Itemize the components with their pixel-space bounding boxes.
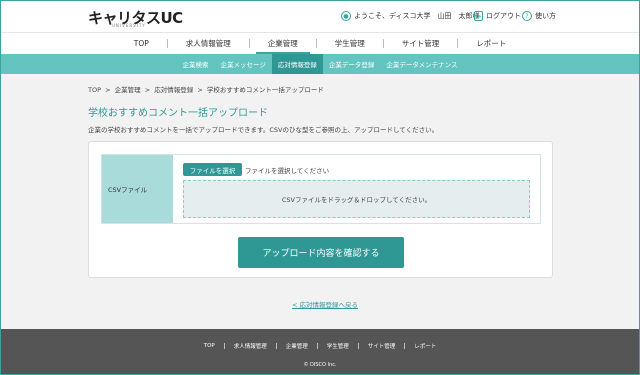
header: キャリタスUC UNIVERSITY ● ようこそ、ディスコ大学 山田 太郎様 … [0, 0, 640, 32]
breadcrumb-company-management[interactable]: 企業管理 [115, 86, 141, 94]
copyright: © DISCO Inc. [303, 362, 337, 368]
nav-report[interactable]: レポート [458, 33, 524, 55]
file-status-text: ファイルを選択してください [245, 167, 330, 175]
footer-link-report[interactable]: レポート [405, 342, 445, 350]
nav-student-management[interactable]: 学生管理 [317, 33, 383, 55]
breadcrumb-separator: > [144, 86, 151, 94]
welcome-text: ようこそ、ディスコ大学 山田 太郎様 [354, 12, 480, 20]
nav-company-management[interactable]: 企業管理 [250, 33, 316, 55]
main-nav: TOP 求人情報管理 企業管理 学生管理 サイト管理 レポート [0, 32, 640, 55]
nav-site-management[interactable]: サイト管理 [384, 33, 458, 55]
confirm-upload-button[interactable]: アップロード内容を確認する [238, 237, 404, 268]
subnav-company-data-registration[interactable]: 企業データ登録 [323, 54, 381, 74]
breadcrumb-top[interactable]: TOP [88, 86, 101, 94]
csv-upload-body: ファイルを選択 ファイルを選択してください CSVファイルをドラッグ＆ドロップし… [173, 155, 540, 223]
subnav-response-registration[interactable]: 応対情報登録 [271, 54, 323, 74]
nav-top[interactable]: TOP [116, 33, 167, 55]
choose-file-button[interactable]: ファイルを選択 [183, 163, 242, 176]
breadcrumb-response-registration[interactable]: 応対情報登録 [154, 86, 193, 94]
breadcrumb-current: 学校おすすめコメント一括アップロード [206, 86, 324, 94]
csv-upload-row: CSVファイル ファイルを選択 ファイルを選択してください CSVファイルをドラ… [101, 154, 541, 224]
breadcrumb: TOP > 企業管理 > 応対情報登録 > 学校おすすめコメント一括アップロード [88, 84, 326, 94]
footer-nav: TOP 求人情報管理 企業管理 学生管理 サイト管理 レポート [0, 342, 640, 350]
footer-link-student-management[interactable]: 学生管理 [318, 342, 358, 350]
page-title: 学校おすすめコメント一括アップロード [88, 108, 268, 119]
footer-link-top[interactable]: TOP [195, 343, 224, 349]
user-icon: ● [341, 11, 351, 21]
logout-label: ログアウト [486, 12, 521, 20]
footer-link-job-management[interactable]: 求人情報管理 [225, 342, 276, 350]
logout-icon: → [474, 11, 483, 21]
help-link[interactable]: ? 使い方 [522, 11, 556, 21]
upload-panel: CSVファイル ファイルを選択 ファイルを選択してください CSVファイルをドラ… [88, 141, 553, 278]
logout-link[interactable]: → ログアウト [474, 11, 521, 21]
question-icon: ? [522, 11, 532, 21]
user-greeting: ● ようこそ、ディスコ大学 山田 太郎様 [341, 11, 480, 21]
csv-file-label: CSVファイル [102, 155, 173, 223]
sub-nav: 企業検索 企業メッセージ 応対情報登録 企業データ登録 企業データメンテナンス [0, 54, 640, 74]
subnav-company-search[interactable]: 企業検索 [176, 54, 214, 74]
back-to-response-registration-link[interactable]: < 応対情報登録へ戻る [292, 299, 358, 309]
footer-link-company-management[interactable]: 企業管理 [277, 342, 317, 350]
logo-subtitle: UNIVERSITY [112, 23, 146, 28]
help-label: 使い方 [535, 12, 556, 20]
breadcrumb-separator: > [197, 86, 203, 94]
subnav-company-data-maintenance[interactable]: 企業データメンテナンス [380, 54, 463, 74]
footer-link-site-management[interactable]: サイト管理 [359, 342, 405, 350]
subnav-company-message[interactable]: 企業メッセージ [214, 54, 271, 74]
page-description: 企業の学校おすすめコメントを一括でアップロードできます。CSVのひな型をご参照の… [88, 126, 439, 134]
breadcrumb-separator: > [105, 86, 111, 94]
footer: TOP 求人情報管理 企業管理 学生管理 サイト管理 レポート © DISCO … [0, 329, 640, 375]
nav-job-management[interactable]: 求人情報管理 [168, 33, 249, 55]
csv-dropzone[interactable]: CSVファイルをドラッグ＆ドロップしてください。 [183, 180, 530, 218]
